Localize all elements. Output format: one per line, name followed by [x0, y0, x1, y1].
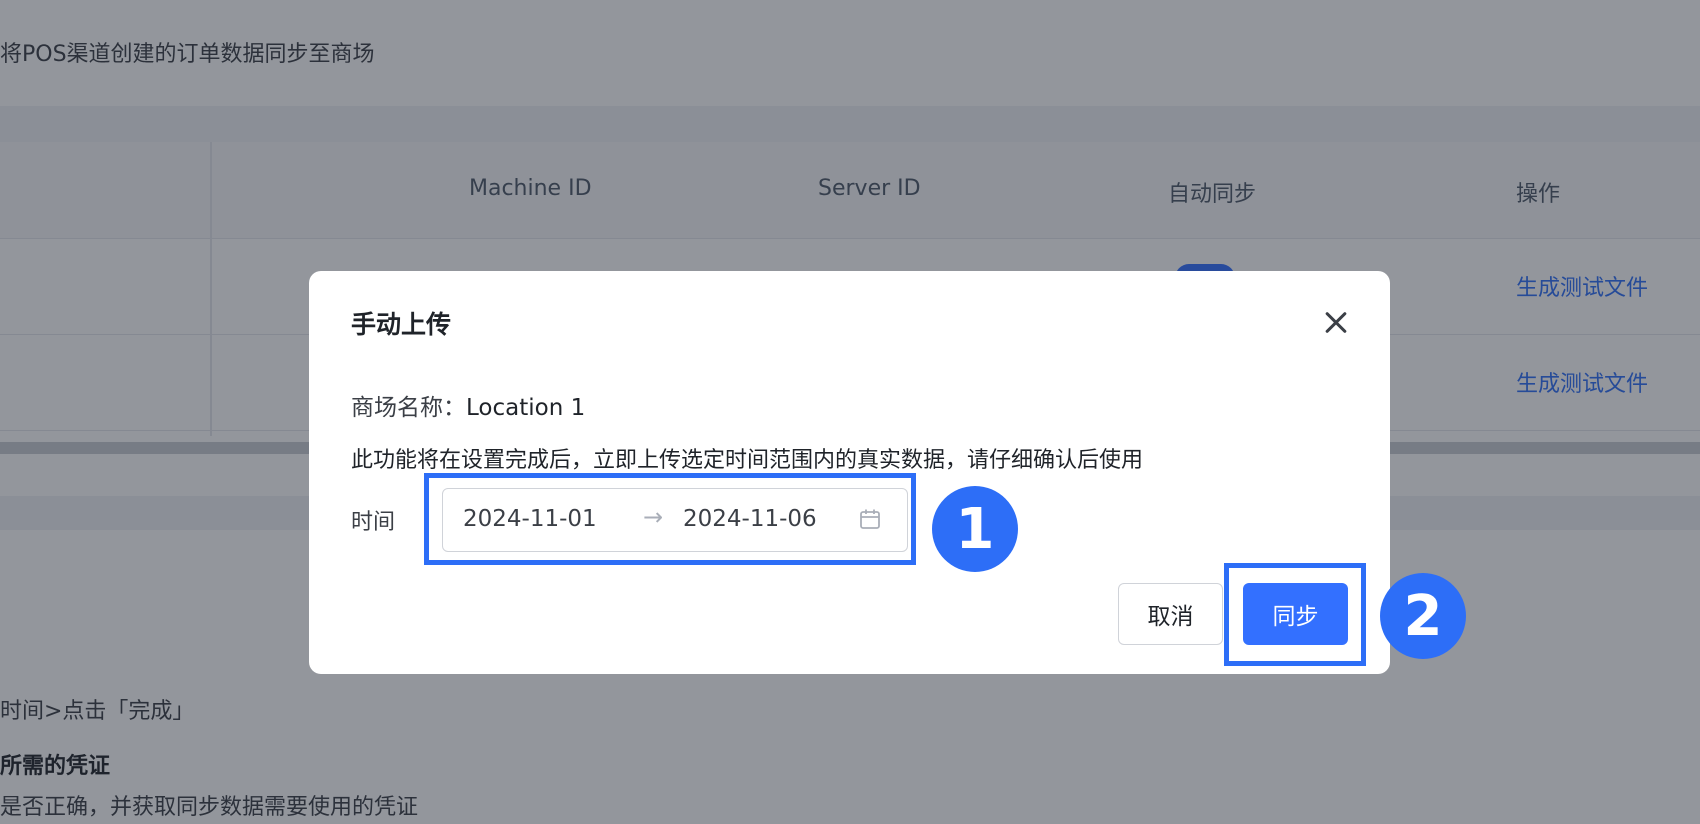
highlight-box-sync-button: [1224, 563, 1366, 666]
step-badge-2: 2: [1380, 573, 1466, 659]
close-icon[interactable]: [1314, 301, 1358, 345]
time-label: 时间: [351, 510, 396, 535]
dialog-title: 手动上传: [351, 310, 452, 339]
store-name-label: 商场名称：: [351, 395, 466, 421]
page: 将POS渠道创建的订单数据同步至商场 Machine ID Server ID …: [0, 0, 1700, 824]
warning-text: 此功能将在设置完成后，立即上传选定时间范围内的真实数据，请仔细确认后使用: [351, 448, 1144, 473]
store-name-value: Location 1: [466, 395, 586, 421]
step-badge-1: 1: [932, 486, 1018, 572]
highlight-box-date-range: [424, 473, 916, 565]
cancel-button[interactable]: 取消: [1118, 583, 1223, 645]
store-name: 商场名称：Location 1: [351, 388, 585, 422]
